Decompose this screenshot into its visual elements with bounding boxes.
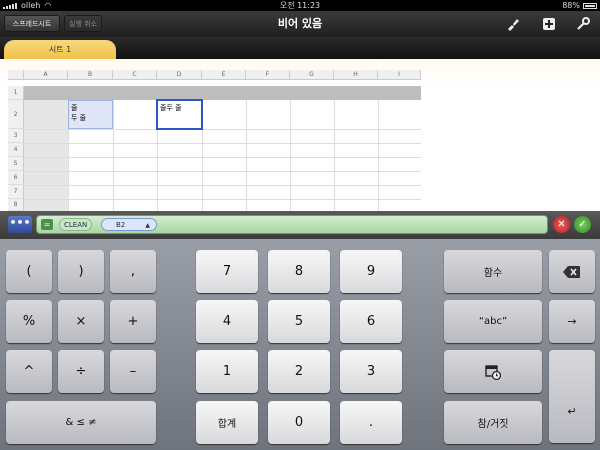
key-close-paren[interactable]: ) — [58, 250, 104, 293]
row-head-1[interactable]: 1 — [8, 86, 24, 100]
key-delete[interactable] — [549, 250, 595, 293]
key-return[interactable]: ↵ — [549, 350, 595, 443]
key-5[interactable]: 5 — [268, 300, 330, 343]
col-head-b[interactable]: B — [68, 70, 113, 80]
key-decimal[interactable]: . — [340, 401, 402, 444]
grid-line — [24, 199, 421, 200]
key-date-time[interactable] — [444, 350, 542, 393]
key-6[interactable]: 6 — [340, 300, 402, 343]
col-head-c[interactable]: C — [113, 70, 157, 80]
col-head-h[interactable]: H — [334, 70, 378, 80]
key-plus[interactable]: + — [110, 300, 156, 343]
key-open-paren[interactable]: ( — [6, 250, 52, 293]
key-caret[interactable]: ^ — [6, 350, 52, 393]
key-text-entry[interactable]: “abc” — [444, 300, 542, 343]
formula-keyboard: ( ) , 7 8 9 함수 % × + 4 5 6 “abc” → ^ ÷ –… — [0, 239, 600, 450]
status-time: 오전 11:23 — [279, 1, 321, 10]
wrench-icon[interactable] — [576, 17, 590, 31]
equals-icon: = — [41, 219, 53, 230]
triangle-up-icon: ▲ — [145, 222, 150, 229]
cell-b2[interactable]: 줄 두 줄 — [68, 100, 113, 129]
grid-line — [24, 171, 421, 172]
col-head-d[interactable]: D — [157, 70, 202, 80]
grid-line — [334, 100, 335, 211]
row-head-2[interactable]: 2 — [8, 100, 24, 129]
key-multiply[interactable]: × — [58, 300, 104, 343]
battery-percent: 88% — [562, 1, 580, 10]
return-icon: ↵ — [567, 405, 577, 418]
brush-icon[interactable] — [506, 17, 520, 31]
toolbar: 스프레드시트 실행 취소 비어 있음 — [0, 11, 600, 37]
add-icon[interactable] — [542, 17, 556, 31]
key-comparison[interactable]: & ≤ ≠ — [6, 401, 156, 444]
grid-line — [290, 100, 291, 211]
cell-b2-line1: 줄 — [71, 104, 78, 112]
spreadsheet-area: A B C D E F G H I 1 2 3 4 5 6 7 8 줄 두 줄 … — [0, 59, 600, 211]
cell-b2-line2: 두 줄 — [71, 114, 87, 122]
sheet-tabs: 시트 1 — [0, 37, 600, 59]
key-next[interactable]: → — [549, 300, 595, 343]
status-bar: olleh ◠ 오전 11:23 88% — [0, 0, 600, 11]
key-sum[interactable]: 합계 — [196, 401, 258, 444]
accept-formula-button[interactable]: ✓ — [574, 216, 591, 233]
corner-cell[interactable] — [8, 70, 24, 80]
key-comma[interactable]: , — [110, 250, 156, 293]
table-grid[interactable]: A B C D E F G H I 1 2 3 4 5 6 7 8 줄 두 줄 … — [8, 70, 421, 211]
status-right: 88% — [562, 0, 597, 11]
formula-bar: ••• = CLEAN B2 ▲ ✕ ✓ — [0, 211, 600, 239]
row-head-4[interactable]: 4 — [8, 143, 24, 157]
row-head-7[interactable]: 7 — [8, 185, 24, 199]
grid-line — [24, 143, 421, 144]
key-8[interactable]: 8 — [268, 250, 330, 293]
tab-sheet-1[interactable]: 시트 1 — [4, 40, 116, 59]
key-minus[interactable]: – — [110, 350, 156, 393]
key-7[interactable]: 7 — [196, 250, 258, 293]
reference-token[interactable]: B2 ▲ — [101, 218, 157, 231]
key-1[interactable]: 1 — [196, 350, 258, 393]
arrow-right-icon: → — [567, 315, 577, 328]
row-head-5[interactable]: 5 — [8, 157, 24, 171]
col-head-f[interactable]: F — [246, 70, 290, 80]
cell-d2-selected[interactable]: 줄두 줄 — [156, 99, 203, 130]
row-head-8[interactable]: 8 — [8, 199, 24, 211]
formula-options-button[interactable]: ••• — [8, 216, 32, 233]
function-token[interactable]: CLEAN — [59, 218, 93, 231]
cell-d2-text: 줄두 줄 — [160, 104, 182, 112]
calendar-clock-icon — [485, 364, 501, 380]
grid-line — [24, 185, 421, 186]
key-0[interactable]: 0 — [268, 401, 330, 444]
key-functions[interactable]: 함수 — [444, 250, 542, 293]
col-head-i[interactable]: I — [378, 70, 421, 80]
header-row[interactable] — [24, 86, 421, 100]
grid-line — [24, 157, 421, 158]
grid-line — [378, 100, 379, 211]
col-head-a[interactable]: A — [24, 70, 68, 80]
col-head-e[interactable]: E — [202, 70, 246, 80]
grid-line — [24, 129, 421, 130]
grid-line — [113, 100, 114, 211]
key-3[interactable]: 3 — [340, 350, 402, 393]
key-boolean[interactable]: 참/거짓 — [444, 401, 542, 444]
battery-icon — [583, 2, 597, 9]
col-head-g[interactable]: G — [290, 70, 334, 80]
key-9[interactable]: 9 — [340, 250, 402, 293]
key-2[interactable]: 2 — [268, 350, 330, 393]
formula-editor[interactable]: = CLEAN B2 ▲ — [36, 215, 548, 234]
grid-line — [246, 100, 247, 211]
row-head-6[interactable]: 6 — [8, 171, 24, 185]
cancel-formula-button[interactable]: ✕ — [553, 216, 570, 233]
reference-label: B2 — [116, 221, 126, 229]
backspace-icon — [563, 265, 580, 278]
key-divide[interactable]: ÷ — [58, 350, 104, 393]
key-percent[interactable]: % — [6, 300, 52, 343]
key-4[interactable]: 4 — [196, 300, 258, 343]
row-head-3[interactable]: 3 — [8, 129, 24, 143]
header-column[interactable] — [24, 100, 68, 211]
